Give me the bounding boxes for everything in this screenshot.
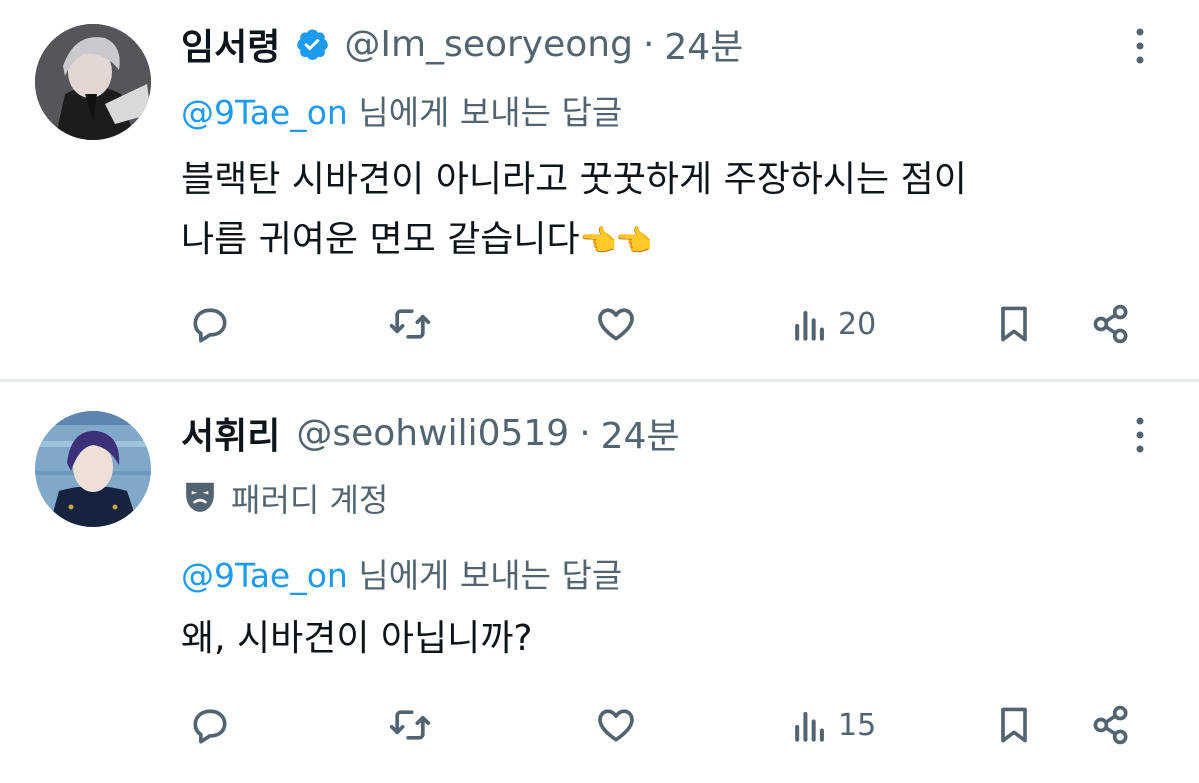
retweet-button[interactable] <box>388 703 432 747</box>
tweet-divider <box>0 379 1199 382</box>
like-button[interactable] <box>594 703 638 747</box>
views-count: 20 <box>838 306 877 342</box>
bookmark-button[interactable] <box>992 703 1036 747</box>
action-bar: 15 <box>0 695 1199 755</box>
share-button[interactable] <box>1089 302 1133 346</box>
display-name[interactable]: 임서령 <box>181 18 280 70</box>
reply-button[interactable] <box>188 302 232 346</box>
retweet-icon <box>389 710 431 740</box>
more-options-icon[interactable] <box>1133 415 1147 455</box>
analytics-icon <box>795 310 824 341</box>
reply-tweet[interactable]: 서휘리 @seohwili0519 · 24분 패러디 계정 @9Tae_on … <box>0 383 1199 783</box>
tweet-text-line: 왜, 시바견이 아닙니까? <box>181 618 533 659</box>
replying-to-suffix: 님에게 보내는 답글 <box>358 556 623 595</box>
tweet-text-line: 나름 귀여운 면모 같습니다 <box>181 219 580 260</box>
tweet-text: 왜, 시바견이 아닙니까? <box>181 609 1141 669</box>
mention-link[interactable]: @9Tae_on <box>181 93 348 132</box>
tweet-text-line: 블랙탄 시바견이 아니라고 꿋꿋하게 주장하시는 점이 <box>181 159 967 200</box>
replying-to: @9Tae_on 님에게 보내는 답글 <box>181 86 622 134</box>
bookmark-icon <box>1001 707 1027 743</box>
views-button[interactable]: 20 <box>788 302 876 346</box>
views-button[interactable]: 15 <box>788 703 876 747</box>
like-button[interactable] <box>594 302 638 346</box>
retweet-icon <box>389 309 431 339</box>
tweet-text: 블랙탄 시바견이 아니라고 꿋꿋하게 주장하시는 점이 나름 귀여운 면모 같습… <box>181 150 1141 272</box>
analytics-icon <box>795 711 824 742</box>
theater-mask-icon <box>186 482 214 512</box>
share-button[interactable] <box>1089 703 1133 747</box>
display-name[interactable]: 서휘리 <box>181 407 280 459</box>
timestamp[interactable]: 24분 <box>601 407 680 459</box>
heart-icon <box>598 308 634 341</box>
bookmark-icon <box>1001 306 1027 342</box>
parody-label: 패러디 계정 <box>231 481 389 519</box>
separator-dot: · <box>579 412 591 454</box>
avatar[interactable] <box>35 24 151 140</box>
more-options-icon[interactable] <box>1133 26 1147 66</box>
verified-badge-icon <box>297 29 329 61</box>
reply-icon <box>193 709 227 744</box>
pointing-hand-emoji: 👈👈 <box>579 224 653 259</box>
reply-icon <box>193 308 227 343</box>
user-handle[interactable]: @seohwili0519 <box>296 413 569 454</box>
separator-dot: · <box>642 23 655 65</box>
parody-badge: 패러디 계정 <box>183 475 388 521</box>
heart-icon <box>598 709 634 742</box>
retweet-button[interactable] <box>388 302 432 346</box>
share-icon <box>1093 705 1128 745</box>
views-count: 15 <box>838 707 877 743</box>
avatar[interactable] <box>35 411 151 527</box>
replying-to: @9Tae_on 님에게 보내는 답글 <box>181 549 622 597</box>
reply-button[interactable] <box>188 703 232 747</box>
user-handle[interactable]: @Im_seoryeong <box>344 24 633 65</box>
timestamp[interactable]: 24분 <box>664 18 743 70</box>
reply-tweet[interactable]: 임서령 @Im_seoryeong · 24분 @9Tae_on 님에게 보내는… <box>0 0 1199 380</box>
bookmark-button[interactable] <box>992 302 1036 346</box>
share-icon <box>1093 304 1128 344</box>
replying-to-suffix: 님에게 보내는 답글 <box>358 93 623 132</box>
mention-link[interactable]: @9Tae_on <box>181 556 348 595</box>
action-bar: 20 <box>0 294 1199 354</box>
